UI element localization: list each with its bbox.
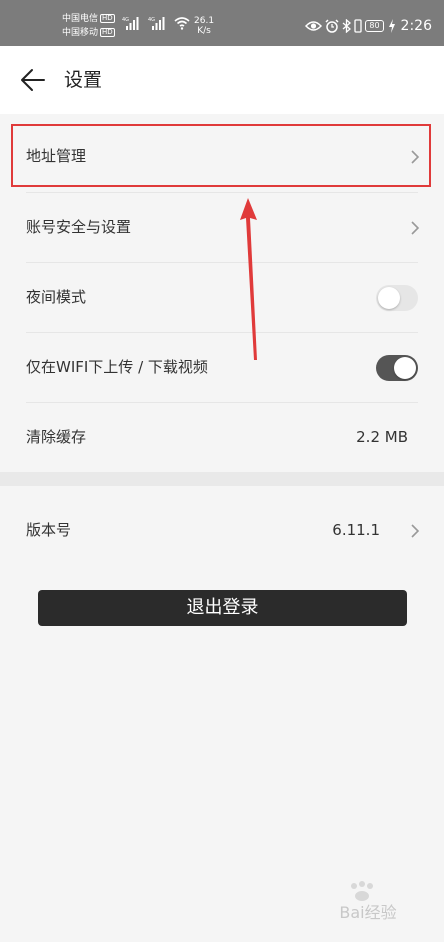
watermark-text: Bai经验 [339,903,396,922]
settings-item-version[interactable]: 版本号 6.11.1 [0,496,444,566]
charging-icon [388,19,395,33]
chevron-right-icon [411,524,420,538]
svg-text:4G: 4G [122,17,129,23]
settings-item-night-mode: 夜间模式 [0,263,444,333]
hd-badge: HD [100,14,115,23]
net-speed-unit: K/s [197,26,211,36]
back-arrow-icon[interactable] [18,66,46,94]
section-divider [0,472,444,486]
page-title: 设置 [64,69,103,91]
logout-button[interactable]: 退出登录 [38,590,407,626]
version-number: 6.11.1 [332,521,380,539]
toggle-knob [378,287,400,309]
settings-item-wifi-only: 仅在WIFI下上传 / 下载视频 [0,333,444,403]
signal-icon: 4G [148,17,165,30]
cache-size: 2.2 MB [356,428,408,446]
carrier-2-name: 中国移动 [62,28,99,38]
wifi-only-toggle[interactable] [376,355,418,381]
settings-item-label: 账号安全与设置 [26,218,132,236]
settings-item-label: 版本号 [26,521,72,539]
settings-item-account[interactable]: 账号安全与设置 [0,193,444,263]
vibrate-icon [354,19,363,33]
carrier-2: 中国移动 HD [62,28,115,39]
alarm-icon [325,19,339,33]
settings-item-label: 夜间模式 [26,288,87,306]
app-header: 设置 [0,46,444,114]
status-right: 80 2:26 [305,17,432,35]
clock: 2:26 [400,18,432,34]
chevron-right-icon [411,221,420,235]
net-speed-value: 26.1 [194,16,215,26]
carrier-1-name: 中国电信 [62,14,99,24]
hd-badge: HD [100,28,115,37]
bluetooth-icon [342,19,352,33]
baidu-watermark-logo: Bai经验 [339,881,397,922]
svg-text:4G: 4G [148,17,155,23]
settings-item-clear-cache[interactable]: 清除缓存 2.2 MB [0,403,444,473]
carrier-1: 中国电信 HD [62,14,115,25]
battery-level: 80 [365,20,384,32]
toggle-knob [394,357,416,379]
settings-item-label: 地址管理 [26,147,87,165]
settings-item-label: 清除缓存 [26,428,87,446]
status-bar: 中国电信 HD 中国移动 HD 4G 4G 26.1 K/s 80 2:26 [0,0,444,46]
eye-icon [305,21,323,31]
night-mode-toggle[interactable] [376,285,418,311]
wifi-icon [174,17,190,30]
settings-item-address[interactable]: 地址管理 [0,122,444,192]
net-speed: 26.1 K/s [194,16,214,36]
settings-item-label: 仅在WIFI下上传 / 下载视频 [26,358,208,376]
chevron-right-icon [411,150,420,164]
signal-icon: 4G [122,17,139,30]
